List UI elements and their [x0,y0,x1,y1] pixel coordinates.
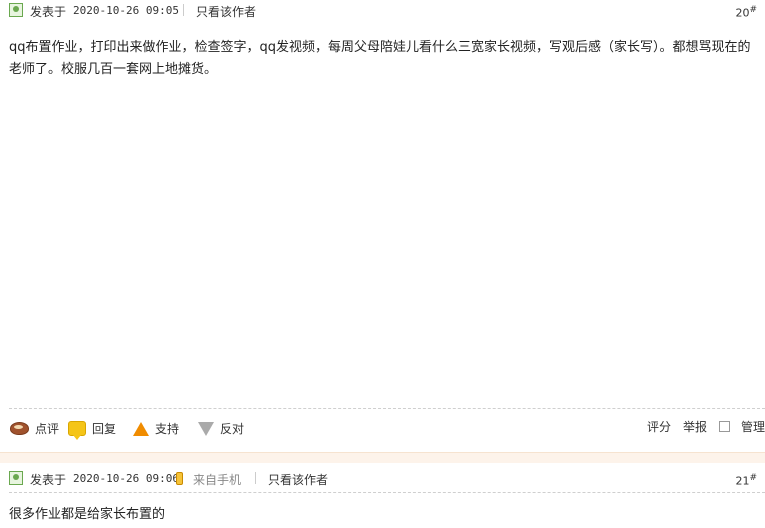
separator [255,472,256,484]
comment-button[interactable]: 点评 [10,420,59,437]
rate-link[interactable]: 评分 [647,418,671,435]
user-icon [9,3,23,17]
floor-number-value: 21 [735,474,750,488]
support-label: 支持 [155,422,180,436]
post-21: 发表于 2020-10-26 09:06 来自手机 只看该作者 21# 很多作业… [0,462,765,528]
oppose-button[interactable]: 反对 [198,420,244,437]
floor-number[interactable]: 21# [735,473,757,488]
post-timestamp: 2020-10-26 09:06 [73,472,179,485]
header-divider [9,492,765,493]
oppose-label: 反对 [220,422,245,436]
user-icon [9,471,23,485]
thumb-down-arrow-icon [198,421,214,436]
floor-number-value: 20 [735,6,750,20]
reply-icon [68,421,86,440]
post-content: 很多作业都是给家长布置的 [9,507,166,522]
manage-label: 管理 [741,420,765,434]
only-author-link[interactable]: 只看该作者 [268,471,328,488]
manage-checkbox[interactable] [719,421,730,432]
post-header: 发表于 2020-10-26 09:05 只看该作者 20# [0,0,765,22]
support-button[interactable]: 支持 [133,420,179,437]
floor-mark: # [749,473,757,483]
thumb-up-arrow-icon [133,421,149,436]
floor-number[interactable]: 20# [735,5,757,20]
post-header: 发表于 2020-10-26 09:06 来自手机 只看该作者 21# [0,468,765,490]
from-mobile-label: 来自手机 [193,473,242,487]
posted-label: 发表于 [30,5,67,19]
reply-button[interactable]: 回复 [68,420,117,440]
comment-icon [10,422,29,435]
report-link[interactable]: 举报 [683,418,707,435]
separator [183,4,184,16]
phone-icon [176,472,183,485]
floor-mark: # [749,5,757,15]
post-20: 发表于 2020-10-26 09:05 只看该作者 20# qq布置作业，打印… [0,0,765,452]
only-author-link[interactable]: 只看该作者 [196,3,256,20]
post-timestamp: 2020-10-26 09:05 [73,4,179,17]
comment-label: 点评 [35,422,60,436]
post-content: qq布置作业，打印出来做作业，检查签字，qq发视频，每周父母陪娃儿看什么三宽家长… [9,40,751,77]
content-divider [9,408,765,409]
posted-label: 发表于 [30,473,67,487]
reply-label: 回复 [92,422,117,436]
